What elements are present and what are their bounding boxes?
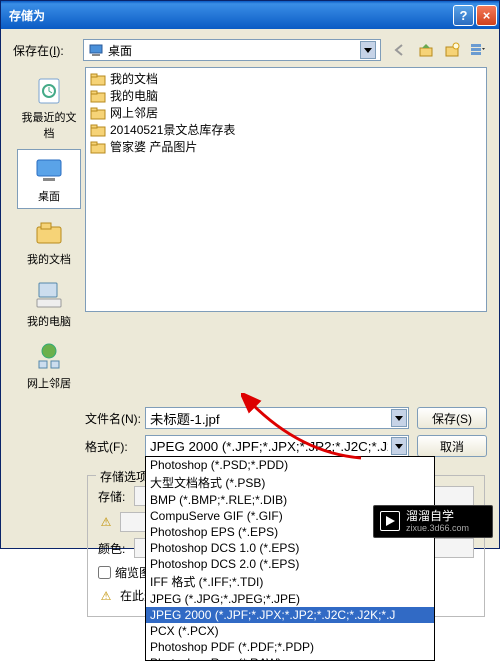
format-option[interactable]: Photoshop DCS 1.0 (*.EPS) — [146, 540, 434, 556]
cancel-button[interactable]: 取消 — [417, 435, 487, 457]
list-item-label: 网上邻居 — [110, 104, 158, 121]
desktop-large-icon — [33, 154, 65, 186]
list-item[interactable]: 网上邻居 — [88, 104, 484, 121]
watermark-url: zixue.3d66.com — [406, 523, 469, 533]
network-icon — [33, 341, 65, 373]
folder-icon — [90, 71, 106, 87]
file-list[interactable]: 我的文档我的电脑网上邻居20140521景文总库存表管家婆 产品图片 — [85, 67, 487, 312]
format-dropdown-list[interactable]: Photoshop (*.PSD;*.PDD)大型文档格式 (*.PSB)BMP… — [145, 456, 435, 661]
save-in-dropdown-icon[interactable] — [360, 41, 376, 59]
sidebar-recent[interactable]: 我最近的文档 — [17, 71, 81, 145]
list-item[interactable]: 管家婆 产品图片 — [88, 138, 484, 155]
view-menu-icon[interactable] — [469, 41, 487, 59]
sidebar-network[interactable]: 网上邻居 — [17, 337, 81, 395]
up-icon[interactable] — [417, 41, 435, 59]
play-icon — [380, 511, 400, 531]
save-sublabel: 存储: — [98, 488, 134, 505]
folder-icon — [90, 88, 106, 104]
list-item[interactable]: 我的文档 — [88, 70, 484, 87]
sidebar-desktop[interactable]: 桌面 — [17, 149, 81, 209]
format-option[interactable]: Photoshop PDF (*.PDF;*.PDP) — [146, 639, 434, 655]
mycomputer-icon — [33, 279, 65, 311]
format-option[interactable]: JPEG 2000 (*.JPF;*.JPX;*.JP2;*.J2C;*.J2K… — [146, 607, 434, 623]
format-dropdown-icon[interactable] — [391, 437, 407, 455]
warning-icon: ⚠ — [98, 514, 114, 530]
titlebar: 存储为 ? × — [1, 1, 499, 29]
format-option[interactable]: Photoshop Raw (*.RAW) — [146, 655, 434, 661]
dialog-title: 存储为 — [9, 7, 451, 24]
sidebar-item-label: 网上邻居 — [17, 375, 81, 391]
save-in-value: 桌面 — [108, 42, 360, 59]
places-sidebar: 我最近的文档 桌面 我的文档 我的电脑 网上邻居 — [13, 67, 85, 399]
warning-icon: ⚠ — [98, 588, 114, 604]
sidebar-mydocs[interactable]: 我的文档 — [17, 213, 81, 271]
list-item-label: 20140521景文总库存表 — [110, 121, 235, 138]
format-option[interactable]: Photoshop DCS 2.0 (*.EPS) — [146, 556, 434, 572]
sidebar-mycomputer[interactable]: 我的电脑 — [17, 275, 81, 333]
sidebar-item-label: 我最近的文档 — [17, 109, 81, 141]
watermark: 溜溜自学 zixue.3d66.com — [373, 505, 493, 538]
folder-icon — [90, 105, 106, 121]
mydocs-icon — [33, 217, 65, 249]
new-folder-icon[interactable] — [443, 41, 461, 59]
filename-label: 文件名(N): — [85, 410, 145, 427]
sidebar-item-label: 桌面 — [18, 188, 80, 204]
sidebar-item-label: 我的文档 — [17, 251, 81, 267]
format-option[interactable]: PCX (*.PCX) — [146, 623, 434, 639]
folder-icon — [90, 139, 106, 155]
format-combo[interactable] — [145, 435, 409, 457]
thumbnail-checkbox[interactable] — [98, 566, 111, 579]
save-button[interactable]: 保存(S) — [417, 407, 487, 429]
list-item-label: 我的电脑 — [110, 87, 158, 104]
back-icon[interactable] — [391, 41, 409, 59]
format-option[interactable]: JPEG (*.JPG;*.JPEG;*.JPE) — [146, 591, 434, 607]
list-item[interactable]: 我的电脑 — [88, 87, 484, 104]
save-options-legend: 存储选项 — [96, 468, 152, 485]
sidebar-item-label: 我的电脑 — [17, 313, 81, 329]
list-item-label: 管家婆 产品图片 — [110, 138, 197, 155]
format-option[interactable]: IFF 格式 (*.IFF;*.TDI) — [146, 572, 434, 591]
list-item-label: 我的文档 — [110, 70, 158, 87]
desktop-icon — [88, 42, 104, 58]
save-in-label: 保存在(I): — [13, 42, 83, 59]
format-option[interactable]: Photoshop (*.PSD;*.PDD) — [146, 457, 434, 473]
folder-icon — [90, 122, 106, 138]
recent-icon — [33, 75, 65, 107]
close-button[interactable]: × — [476, 5, 497, 26]
filename-dropdown-icon[interactable] — [391, 409, 407, 427]
color-sublabel: 颜色: — [98, 540, 134, 557]
filename-input[interactable] — [145, 407, 409, 429]
help-button[interactable]: ? — [453, 5, 474, 26]
save-in-combo[interactable]: 桌面 — [83, 39, 381, 61]
list-item[interactable]: 20140521景文总库存表 — [88, 121, 484, 138]
watermark-brand: 溜溜自学 — [406, 510, 469, 523]
format-label: 格式(F): — [85, 438, 145, 455]
format-option[interactable]: 大型文档格式 (*.PSB) — [146, 473, 434, 492]
